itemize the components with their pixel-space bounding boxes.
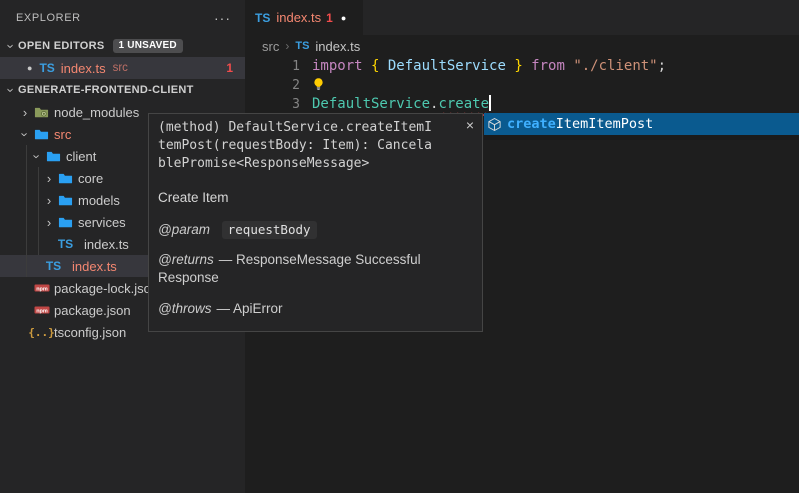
breadcrumb-folder[interactable]: src [262,39,279,54]
indent-guide [26,145,27,277]
line-number: 1 [245,57,300,76]
chevron-right-icon[interactable]: › [42,171,56,186]
tree-item-label: node_modules [54,105,139,120]
code-area: 1 import { DefaultService } from "./clie… [245,57,799,114]
param-name-chip: requestBody [222,221,317,239]
folder-icon [44,149,63,164]
open-editor-file-name: index.ts [61,61,106,76]
explorer-title: EXPLORER [16,12,81,24]
chevron-right-icon[interactable]: › [42,193,56,208]
lightbulb-icon[interactable] [312,77,325,91]
typescript-file-icon: TS [39,61,54,75]
line-number: 2 [245,76,300,95]
token-create-with-error: create [438,96,489,112]
token-module-string: "./client" [573,58,657,74]
chevron-down-icon[interactable]: › [30,149,45,163]
chevron-down-icon[interactable]: › [4,83,19,97]
explorer-header: EXPLORER ··· [0,0,245,35]
code-line-2[interactable]: 2 [245,76,799,95]
tab-index-ts[interactable]: TS index.ts 1 ● [245,0,363,35]
project-name: GENERATE-FRONTEND-CLIENT [18,84,194,96]
tree-item-label: package.json [54,303,131,318]
more-actions-icon[interactable]: ··· [214,10,231,26]
breadcrumb-separator-icon: › [285,39,289,53]
hover-param-row: @param requestBody [158,221,473,239]
typescript-file-icon: TS [255,11,270,25]
hover-returns-row: @returns— ResponseMessage Successful Res… [158,251,473,287]
token-close-brace: } [514,58,531,74]
tree-item-label: index.ts [72,259,117,274]
typescript-file-icon: TS [295,40,309,52]
chevron-down-icon[interactable]: › [4,39,19,53]
code-text: import { DefaultService } from "./client… [300,57,666,76]
open-editors-label: OPEN EDITORS [18,40,105,52]
suggest-rest-text: ItemItemPost [556,116,654,132]
token-default-service: DefaultService [312,96,430,112]
breadcrumb-file[interactable]: index.ts [315,39,360,54]
code-text: DefaultService.create [300,95,491,114]
param-tag: @param [158,222,210,237]
tab-error-count: 1 [326,11,333,25]
line-number: 3 [245,95,300,114]
typescript-file-icon: TS [44,259,63,273]
suggest-widget: createItemItemPost [484,113,799,140]
token-import: import [312,58,371,74]
json-config-file-icon: {..} [32,326,51,339]
token-semicolon: ; [658,58,666,74]
chevron-right-icon[interactable]: › [18,105,32,120]
token-default-service: DefaultService [379,58,514,74]
modified-dot-icon: ● [27,63,32,73]
npm-file-icon: npm [32,302,51,318]
project-section-header[interactable]: › GENERATE-FRONTEND-CLIENT [0,79,245,101]
folder-icon [56,171,75,186]
code-line-3[interactable]: 3 DefaultService.create [245,95,799,114]
node-modules-folder-icon [32,105,51,120]
typescript-file-icon: TS [56,237,75,251]
token-from: from [531,58,573,74]
code-text [300,76,325,95]
tree-item-label: services [78,215,126,230]
chevron-right-icon[interactable]: › [42,215,56,230]
suggest-label: createItemItemPost [507,116,653,132]
suggest-widget-footer [484,135,799,140]
breadcrumb: src › TS index.ts [245,35,799,57]
svg-text:npm: npm [36,286,48,292]
text-cursor [489,95,491,111]
tree-item-label: package-lock.json [54,281,158,296]
hover-description: Create Item [158,190,473,205]
hover-throws-row: @throws — ApiError [158,300,473,318]
unsaved-badge: 1 UNSAVED [113,39,183,53]
chevron-down-icon[interactable]: › [18,127,33,141]
tree-item-label: tsconfig.json [54,325,126,340]
throws-tag: @throws [158,301,211,316]
open-editor-item-index-ts[interactable]: ● TS index.ts src 1 [0,57,245,79]
open-editor-file-path: src [113,62,128,74]
tab-modified-dot-icon[interactable]: ● [341,13,346,23]
tree-item-label: src [54,127,71,142]
tab-bar: TS index.ts 1 ● [245,0,799,35]
tree-item-label: core [78,171,103,186]
tree-item-label: index.ts [84,237,129,252]
close-icon[interactable]: × [466,118,474,132]
folder-icon [56,215,75,230]
npm-file-icon: npm [32,280,51,296]
returns-tag: @returns [158,252,214,267]
folder-icon [56,193,75,208]
svg-text:npm: npm [36,308,48,314]
error-count-badge: 1 [226,61,233,75]
tab-file-name: index.ts [276,10,321,25]
suggest-item-create-item-item-post[interactable]: createItemItemPost [484,113,799,135]
folder-icon [32,127,51,142]
indent-guide [38,167,39,255]
throws-text: — ApiError [216,301,282,316]
hover-signature: (method) DefaultService.createItemI temP… [158,119,473,173]
tree-item-label: models [78,193,120,208]
code-line-1[interactable]: 1 import { DefaultService } from "./clie… [245,57,799,76]
tree-item-label: client [66,149,96,164]
open-editors-section-header[interactable]: › OPEN EDITORS 1 UNSAVED [0,35,245,57]
hover-tooltip: × (method) DefaultService.createItemI te… [148,113,483,332]
method-cube-icon [487,117,502,132]
suggest-match-text: create [507,116,556,132]
